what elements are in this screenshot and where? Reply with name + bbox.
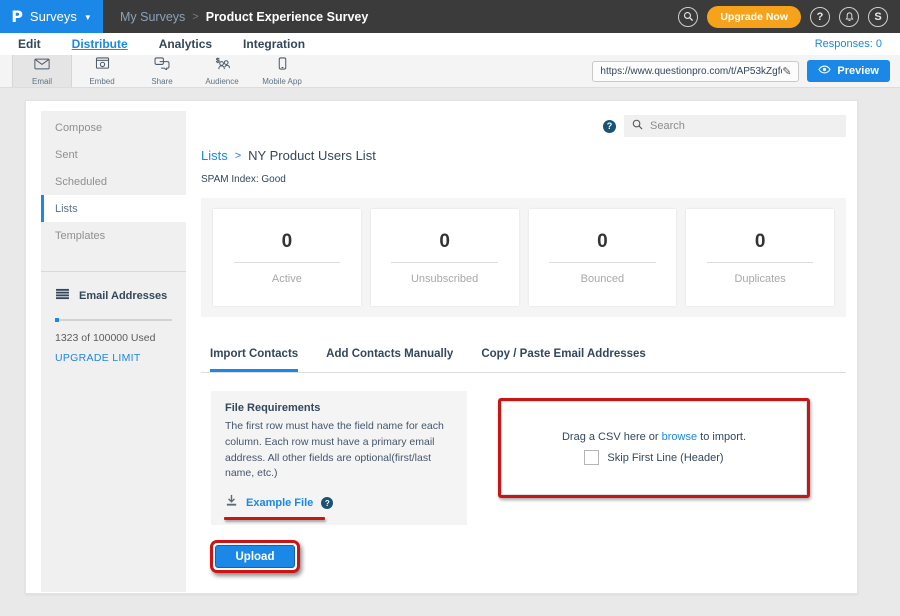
sidebar-item-sent[interactable]: Sent bbox=[41, 141, 186, 168]
preview-button[interactable]: Preview bbox=[807, 60, 890, 82]
file-requirements-title: File Requirements bbox=[225, 402, 453, 414]
embed-icon bbox=[95, 57, 110, 75]
avatar[interactable]: S bbox=[868, 7, 888, 27]
browse-link[interactable]: browse bbox=[662, 431, 697, 443]
stat-card-duplicates: 0 Duplicates bbox=[686, 209, 834, 306]
email-icon bbox=[34, 57, 50, 75]
email-addresses-block: Email Addresses 1323 of 100000 Used UPGR… bbox=[41, 272, 186, 364]
product-switcher[interactable]: P Surveys ▼ bbox=[0, 0, 103, 33]
list-breadcrumb: Lists > NY Product Users List bbox=[201, 148, 846, 163]
product-name: Surveys bbox=[30, 9, 77, 24]
top-bar: P Surveys ▼ My Surveys > Product Experie… bbox=[0, 0, 900, 33]
upload-button[interactable]: Upload bbox=[215, 545, 295, 568]
share-icon bbox=[154, 57, 170, 75]
tab-integration[interactable]: Integration bbox=[243, 37, 305, 51]
sidebar-item-scheduled[interactable]: Scheduled bbox=[41, 168, 186, 195]
annotation-box-upload: Upload bbox=[210, 540, 300, 573]
chevron-down-icon: ▼ bbox=[84, 13, 92, 22]
annotation-underline bbox=[224, 517, 325, 520]
notifications-bell-icon[interactable] bbox=[839, 7, 859, 27]
topbar-actions: Upgrade Now ? S bbox=[678, 6, 900, 28]
channel-embed[interactable]: Embed bbox=[72, 55, 132, 87]
list-stats: 0 Active 0 Unsubscribed 0 Bounced 0 Dupl… bbox=[201, 198, 846, 317]
stat-card-active: 0 Active bbox=[213, 209, 361, 306]
breadcrumb-separator: > bbox=[235, 150, 241, 162]
survey-title: Product Experience Survey bbox=[206, 10, 369, 24]
stat-card-unsubscribed: 0 Unsubscribed bbox=[371, 209, 519, 306]
search-input[interactable]: Search bbox=[624, 115, 846, 137]
breadcrumb-lists-link[interactable]: Lists bbox=[201, 148, 228, 163]
spam-index-value: Good bbox=[261, 174, 285, 185]
edit-url-pencil-icon[interactable]: ✎ bbox=[782, 65, 791, 78]
skip-first-line-label: Skip First Line (Header) bbox=[607, 452, 723, 464]
usage-text: 1323 of 100000 Used bbox=[55, 332, 172, 344]
distribute-panel: Compose Sent Scheduled Lists Templates E… bbox=[25, 100, 858, 594]
search-icon bbox=[632, 117, 643, 135]
survey-url-input[interactable]: https://www.questionpro.com/t/AP53kZgfo … bbox=[592, 61, 799, 82]
list-lines-icon bbox=[55, 287, 70, 305]
channel-toolbar: Email Embed Share $ Audience Mobile App … bbox=[0, 55, 900, 88]
survey-url-text: https://www.questionpro.com/t/AP53kZgfo bbox=[600, 66, 782, 77]
mobile-app-icon bbox=[278, 57, 287, 75]
audience-icon: $ bbox=[214, 57, 231, 75]
upgrade-now-button[interactable]: Upgrade Now bbox=[707, 6, 801, 28]
search-icon[interactable] bbox=[678, 7, 698, 27]
channel-mobile-app[interactable]: Mobile App bbox=[252, 55, 312, 87]
tab-edit[interactable]: Edit bbox=[18, 37, 41, 51]
eye-icon bbox=[818, 65, 831, 77]
dropzone-instruction: Drag a CSV here or browse to import. bbox=[562, 431, 746, 443]
example-file-help-icon[interactable]: ? bbox=[321, 497, 333, 509]
help-icon[interactable]: ? bbox=[603, 120, 616, 133]
tab-add-contacts-manually[interactable]: Add Contacts Manually bbox=[326, 348, 453, 372]
questionpro-logo: P bbox=[11, 7, 23, 26]
responses-count[interactable]: Responses: 0 bbox=[815, 38, 882, 50]
upgrade-limit-link[interactable]: UPGRADE LIMIT bbox=[55, 352, 172, 364]
tab-analytics[interactable]: Analytics bbox=[159, 37, 212, 51]
tab-import-contacts[interactable]: Import Contacts bbox=[210, 348, 298, 372]
email-sidebar: Compose Sent Scheduled Lists Templates E… bbox=[41, 111, 186, 592]
example-file-link[interactable]: Example File bbox=[246, 497, 313, 509]
tab-copy-paste-email-addresses[interactable]: Copy / Paste Email Addresses bbox=[481, 348, 645, 372]
survey-nav: Edit Distribute Analytics Integration Re… bbox=[0, 33, 900, 55]
sidebar-nav: Compose Sent Scheduled Lists Templates bbox=[41, 111, 186, 249]
search-placeholder: Search bbox=[650, 120, 685, 132]
sidebar-item-lists[interactable]: Lists bbox=[41, 195, 186, 222]
spam-index: SPAM Index: Good bbox=[201, 174, 846, 185]
breadcrumb-separator: > bbox=[192, 11, 198, 23]
breadcrumb-my-surveys[interactable]: My Surveys bbox=[120, 10, 185, 24]
sidebar-item-templates[interactable]: Templates bbox=[41, 222, 186, 249]
channel-audience[interactable]: $ Audience bbox=[192, 55, 252, 87]
tab-distribute[interactable]: Distribute bbox=[72, 37, 128, 51]
csv-dropzone[interactable]: Drag a CSV here or browse to import. Ski… bbox=[501, 401, 807, 495]
stat-card-bounced: 0 Bounced bbox=[529, 209, 677, 306]
channel-share[interactable]: Share bbox=[132, 55, 192, 87]
download-icon bbox=[225, 494, 238, 512]
skip-first-line-checkbox[interactable] bbox=[584, 450, 599, 465]
annotation-box-dropzone: Drag a CSV here or browse to import. Ski… bbox=[498, 398, 810, 498]
sidebar-item-compose[interactable]: Compose bbox=[41, 114, 186, 141]
contacts-tabs: Import Contacts Add Contacts Manually Co… bbox=[201, 348, 846, 373]
list-name: NY Product Users List bbox=[248, 148, 376, 163]
email-addresses-title: Email Addresses bbox=[79, 290, 167, 302]
channel-email[interactable]: Email bbox=[12, 55, 72, 87]
usage-progress-bar bbox=[55, 319, 172, 321]
file-requirements-body: The first row must have the field name f… bbox=[225, 419, 453, 482]
list-detail-main: ? Search Lists > NY Product Users List S… bbox=[201, 111, 846, 573]
breadcrumb: My Surveys > Product Experience Survey bbox=[120, 10, 368, 24]
help-icon[interactable]: ? bbox=[810, 7, 830, 27]
file-requirements-box: File Requirements The first row must hav… bbox=[211, 391, 467, 525]
